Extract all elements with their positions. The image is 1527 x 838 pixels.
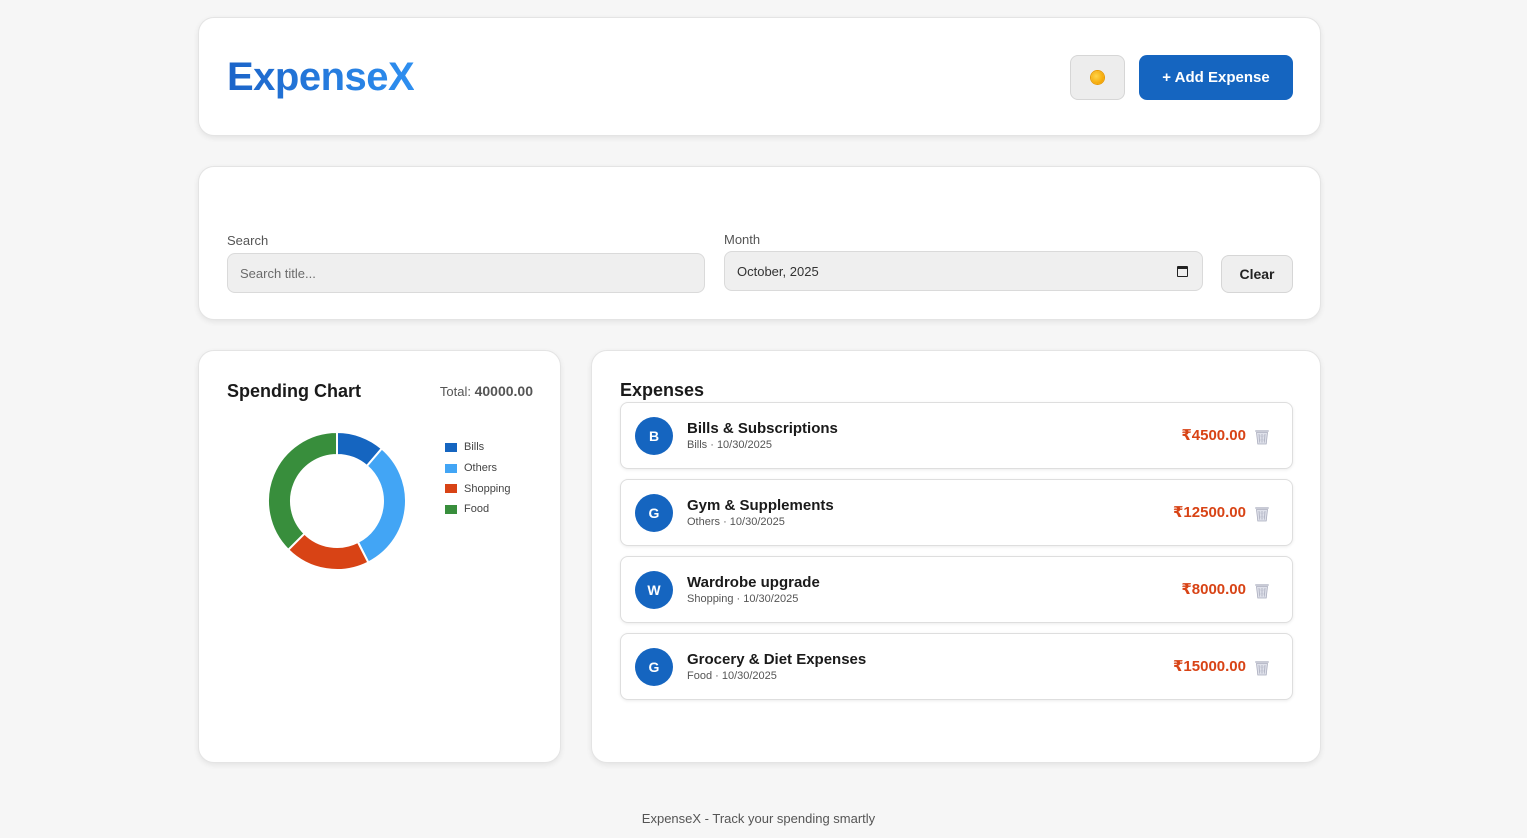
legend-label: Shopping bbox=[464, 482, 511, 495]
footer-text: ExpenseX - Track your spending smartly bbox=[641, 811, 876, 826]
chart-title: Spending Chart bbox=[227, 381, 361, 401]
expense-meta: Shopping · 10/30/2025 bbox=[687, 593, 799, 605]
expense-title: Gym & Supplements bbox=[687, 497, 834, 514]
total-value: 40000.00 bbox=[474, 383, 533, 399]
total-label: Total: bbox=[439, 384, 471, 399]
avatar: W bbox=[635, 571, 673, 609]
month-value: October, 2025 bbox=[737, 263, 819, 279]
app-header: ExpenseX + Add Expense bbox=[198, 17, 1321, 136]
total-display: Total: 40000.00 bbox=[440, 383, 533, 399]
sun-icon bbox=[1091, 71, 1104, 84]
legend-swatch bbox=[445, 484, 457, 494]
brand-logo: ExpenseX bbox=[227, 55, 415, 99]
trash-icon[interactable] bbox=[1254, 659, 1270, 676]
avatar: G bbox=[635, 494, 673, 532]
add-expense-button[interactable]: + Add Expense bbox=[1139, 55, 1293, 100]
legend-label: Others bbox=[464, 462, 498, 475]
legend-item[interactable]: Bills bbox=[445, 437, 511, 458]
avatar: B bbox=[635, 417, 673, 455]
expense-list: B Bills & Subscriptions Bills · 10/30/2025… bbox=[620, 402, 1293, 710]
expense-title: Bills & Subscriptions bbox=[687, 420, 838, 437]
legend-item[interactable]: Shopping bbox=[445, 478, 511, 499]
expense-title: Grocery & Diet Expenses bbox=[687, 651, 867, 668]
month-picker[interactable]: October, 2025 bbox=[724, 251, 1203, 291]
search-placeholder: Search title... bbox=[240, 265, 316, 281]
expenses-panel: Expenses B Bills & Subscriptions Bills · 1… bbox=[591, 350, 1321, 763]
donut-chart bbox=[267, 430, 407, 571]
expense-row[interactable]: W Wardrobe upgrade Shopping · 10/30/2025 ₹8… bbox=[620, 556, 1293, 623]
legend-swatch bbox=[445, 504, 457, 514]
clear-button[interactable]: Clear bbox=[1221, 255, 1293, 293]
month-label: Month bbox=[724, 232, 761, 247]
trash-icon[interactable] bbox=[1254, 582, 1270, 599]
expense-amount: ₹8000.00 bbox=[1181, 581, 1246, 598]
donut-slice-food[interactable] bbox=[267, 430, 338, 552]
expense-meta: Others · 10/30/2025 bbox=[687, 516, 785, 528]
legend-label: Food bbox=[464, 503, 490, 516]
avatar: G bbox=[635, 648, 673, 686]
expense-amount: ₹15000.00 bbox=[1172, 658, 1246, 675]
trash-icon[interactable] bbox=[1254, 505, 1270, 522]
legend-label: Bills bbox=[464, 441, 485, 454]
theme-toggle-button[interactable] bbox=[1070, 55, 1125, 100]
search-input[interactable]: Search title... bbox=[227, 253, 705, 293]
legend-swatch bbox=[445, 442, 457, 452]
legend-item[interactable]: Food bbox=[445, 499, 511, 520]
expense-row[interactable]: G Grocery & Diet Expenses Food · 10/30/202… bbox=[620, 633, 1293, 700]
calendar-icon[interactable] bbox=[1177, 266, 1188, 277]
search-label: Search bbox=[227, 233, 269, 248]
chart-legend: Bills Others Shopping Food bbox=[445, 437, 511, 520]
legend-item[interactable]: Others bbox=[445, 458, 511, 479]
expense-amount: ₹12500.00 bbox=[1172, 504, 1246, 521]
expenses-title: Expenses bbox=[620, 380, 705, 400]
expense-amount: ₹4500.00 bbox=[1181, 427, 1246, 444]
expense-meta: Bills · 10/30/2025 bbox=[687, 439, 772, 451]
expense-meta: Food · 10/30/2025 bbox=[687, 670, 777, 682]
legend-swatch bbox=[445, 463, 457, 473]
filter-panel: Search Search title... Month October, 20… bbox=[198, 166, 1321, 320]
expense-row[interactable]: G Gym & Supplements Others · 10/30/2025 ₹12… bbox=[620, 479, 1293, 546]
expense-row[interactable]: B Bills & Subscriptions Bills · 10/30/2025… bbox=[620, 402, 1293, 469]
trash-icon[interactable] bbox=[1254, 428, 1270, 445]
spending-chart-panel: Spending Chart Total: 40000.00 Bills Othe… bbox=[198, 350, 561, 763]
expense-title: Wardrobe upgrade bbox=[687, 574, 820, 591]
